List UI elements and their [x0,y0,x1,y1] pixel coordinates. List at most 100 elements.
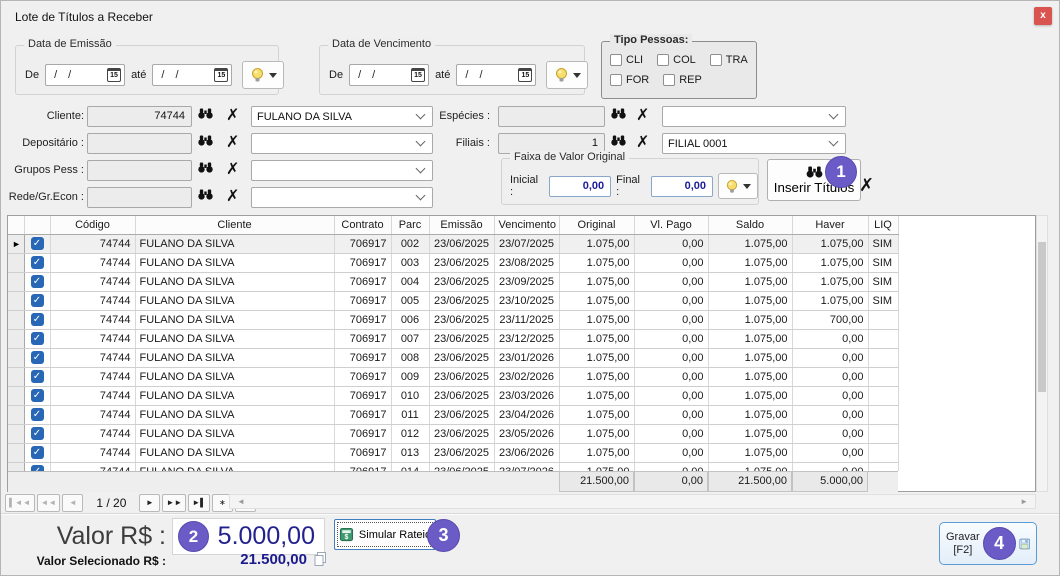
grid-cell[interactable] [868,424,898,443]
row-checkbox[interactable]: ✓ [31,256,44,269]
grid-cell[interactable]: 23/06/2025 [429,272,494,291]
close-icon[interactable]: x [1034,7,1052,25]
grid-cell[interactable]: SIM [868,291,898,310]
checkbox-icon[interactable] [610,74,622,86]
column-header[interactable]: Emissão [429,216,494,234]
grid-cell[interactable]: 1.075,00 [559,310,634,329]
grid-row[interactable]: ✓74744FULANO DA SILVA70691701023/06/2025… [8,386,898,405]
calendar-icon[interactable]: 15 [214,68,228,82]
grid-cell[interactable]: 0,00 [634,234,708,253]
grid-cell[interactable]: FULANO DA SILVA [135,348,334,367]
copy-icon[interactable] [313,551,328,570]
grid-row[interactable]: ✓74744FULANO DA SILVA70691701323/06/2025… [8,443,898,462]
grid-cell[interactable]: FULANO DA SILVA [135,291,334,310]
grid-cell[interactable]: 0,00 [634,253,708,272]
especies-combo[interactable] [662,106,846,127]
grid-cell[interactable]: 1.075,00 [792,253,868,272]
grid-cell[interactable]: 23/09/2025 [494,272,559,291]
grid-cell[interactable]: 23/12/2025 [494,329,559,348]
grid-cell[interactable]: 0,00 [634,310,708,329]
grid-cell[interactable]: 23/06/2025 [429,253,494,272]
row-checkbox[interactable]: ✓ [31,275,44,288]
simular-rateio-button[interactable]: $ Simular Rateio [334,519,436,550]
grid-cell[interactable]: 006 [391,310,429,329]
grid-cell[interactable]: SIM [868,272,898,291]
grid-cell[interactable]: FULANO DA SILVA [135,424,334,443]
grid-cell[interactable]: 23/06/2025 [429,310,494,329]
grid-cell[interactable]: 1.075,00 [708,405,792,424]
grid-row[interactable]: ✓74744FULANO DA SILVA70691700823/06/2025… [8,348,898,367]
row-checkbox[interactable]: ✓ [31,313,44,326]
emissao-from-input[interactable]: / / 15 [45,64,125,86]
grid-cell[interactable]: 1.075,00 [708,272,792,291]
grid-cell[interactable]: 23/06/2025 [429,462,494,471]
rede-gr-econ-search-button[interactable] [198,189,213,203]
scrollbar-thumb[interactable] [1038,242,1046,392]
grid-cell[interactable]: 74744 [50,405,135,424]
grid-cell[interactable]: 706917 [334,348,391,367]
tipo-pessoa-col[interactable]: COL [657,54,696,66]
grid-cell[interactable]: 706917 [334,443,391,462]
grid-cell[interactable]: 23/02/2026 [494,367,559,386]
grid-cell[interactable]: 0,00 [634,405,708,424]
grid-cell[interactable]: 74744 [50,234,135,253]
grid-cell[interactable]: 1.075,00 [708,329,792,348]
grid-cell[interactable]: 007 [391,329,429,348]
grid-cell[interactable]: 74744 [50,291,135,310]
grid-cell[interactable]: 004 [391,272,429,291]
grid-cell[interactable]: 1.075,00 [708,253,792,272]
grid-cell[interactable] [868,329,898,348]
row-checkbox[interactable]: ✓ [31,370,44,383]
especies-search-button[interactable] [611,108,626,122]
grid-cell[interactable]: 706917 [334,234,391,253]
grid-cell[interactable]: 013 [391,443,429,462]
scroll-right-icon[interactable]: ► [1020,497,1028,506]
gravar-button[interactable]: Gravar [F2] 4 [939,522,1037,565]
grid-cell[interactable]: 74744 [50,329,135,348]
grid-cell[interactable] [868,348,898,367]
column-header[interactable]: Haver [792,216,868,234]
grid-cell[interactable]: 706917 [334,310,391,329]
grid-cell[interactable]: FULANO DA SILVA [135,386,334,405]
calendar-icon[interactable]: 15 [518,68,532,82]
grid-cell[interactable]: 1.075,00 [559,424,634,443]
faixa-final-input[interactable]: 0,00 [651,176,713,197]
column-header[interactable]: Código [50,216,135,234]
grid-cell[interactable]: 74744 [50,310,135,329]
grid-cell[interactable]: 706917 [334,386,391,405]
clear-insert-icon[interactable]: ✗ [859,177,874,193]
column-header[interactable]: Saldo [708,216,792,234]
grid-cell[interactable]: FULANO DA SILVA [135,367,334,386]
valor-input[interactable]: 2 5.000,00 [172,518,325,555]
grid-cell[interactable]: 0,00 [792,405,868,424]
grid-cell[interactable]: 0,00 [792,329,868,348]
grid-cell[interactable]: FULANO DA SILVA [135,272,334,291]
grid-cell[interactable]: 1.075,00 [708,234,792,253]
row-checkbox[interactable]: ✓ [31,446,44,459]
grid-cell[interactable] [868,462,898,471]
emissao-options-button[interactable] [242,61,284,89]
grid-cell[interactable]: 23/06/2025 [429,405,494,424]
grid-cell[interactable]: 23/07/2025 [494,234,559,253]
grid-cell[interactable]: 23/07/2026 [494,462,559,471]
grid-cell[interactable]: 23/10/2025 [494,291,559,310]
grid-cell[interactable]: 0,00 [792,462,868,471]
grid-cell[interactable]: 23/03/2026 [494,386,559,405]
grid-cell[interactable]: 003 [391,253,429,272]
column-header[interactable]: Cliente [135,216,334,234]
grid-cell[interactable]: 1.075,00 [708,386,792,405]
grid-cell[interactable]: 74744 [50,462,135,471]
grid-row[interactable]: ►✓74744FULANO DA SILVA70691700223/06/202… [8,234,898,253]
column-header[interactable]: LIQ [868,216,898,234]
grid-cell[interactable]: 1.075,00 [708,443,792,462]
row-checkbox[interactable]: ✓ [31,389,44,402]
grid-row[interactable]: ✓74744FULANO DA SILVA70691700423/06/2025… [8,272,898,291]
grid-cell[interactable]: 1.075,00 [708,367,792,386]
grid-cell[interactable]: 0,00 [792,443,868,462]
grid-cell[interactable]: 1.075,00 [559,272,634,291]
grupos-pess-combo[interactable] [251,160,433,181]
faixa-inicial-input[interactable]: 0,00 [549,176,611,197]
column-header[interactable]: Original [559,216,634,234]
grid-cell[interactable]: 1.075,00 [559,367,634,386]
grid-cell[interactable]: 010 [391,386,429,405]
